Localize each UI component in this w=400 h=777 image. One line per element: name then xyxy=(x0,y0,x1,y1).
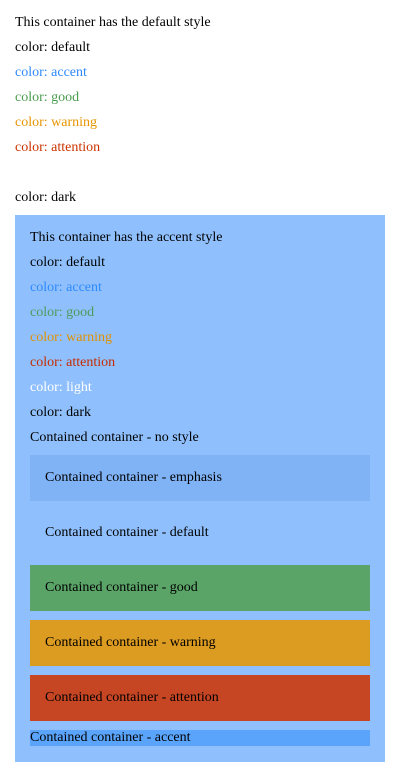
accent-color-warning: color: warning xyxy=(30,330,113,345)
top-color-accent: color: accent xyxy=(15,65,87,80)
top-color-light: color: light xyxy=(15,165,77,180)
contained-container-default: Contained container - default xyxy=(45,525,209,540)
accent-color-attention: color: attention xyxy=(30,355,116,370)
contained-container-good: Contained container - good xyxy=(30,565,370,611)
accent-color-good: color: good xyxy=(30,305,95,320)
contained-container-emphasis: Contained container - emphasis xyxy=(30,455,370,501)
accent-color-dark: color: dark xyxy=(30,405,92,420)
accent-color-default: color: default xyxy=(30,255,106,270)
top-color-good: color: good xyxy=(15,90,80,105)
contained-container-warning: Contained container - warning xyxy=(30,620,370,666)
contained-container-attention: Contained container - attention xyxy=(30,675,370,721)
top-color-warning: color: warning xyxy=(15,115,98,130)
top-color-default: color: default xyxy=(15,40,91,55)
accent-color-accent: color: accent xyxy=(30,280,102,295)
accent-container: This container has the accent style colo… xyxy=(15,215,385,762)
contained-container-accent: Contained container - accent xyxy=(30,730,370,746)
accent-color-light: color: light xyxy=(30,380,92,395)
top-container-title: This container has the default style xyxy=(15,15,211,30)
contained-container-no-style: Contained container - no style xyxy=(30,430,199,445)
accent-container-title: This container has the accent style xyxy=(30,230,223,245)
top-color-dark: color: dark xyxy=(15,190,77,205)
top-color-attention: color: attention xyxy=(15,140,101,155)
